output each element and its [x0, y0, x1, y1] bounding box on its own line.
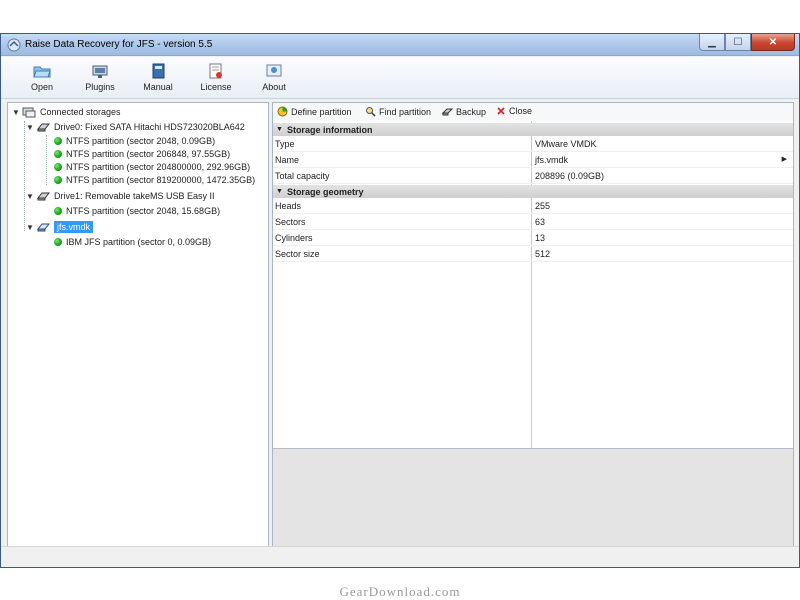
license-icon [209, 63, 222, 79]
property-row[interactable]: Sector size 512 [273, 246, 793, 262]
tree-root-label: Connected storages [40, 107, 121, 117]
partition-label: NTFS partition (sector 206848, 97.55GB) [66, 149, 231, 159]
tree-drive-0[interactable]: ▼ Drive0: Fixed SATA Hitachi HDS723020BL… [26, 120, 245, 134]
property-name: Sectors [275, 217, 306, 227]
partition-label: NTFS partition (sector 2048, 15.68GB) [66, 206, 221, 216]
partition-status-icon [54, 137, 62, 145]
partition-status-icon [54, 176, 62, 184]
property-name: Total capacity [275, 171, 330, 181]
open-folder-icon [33, 66, 51, 78]
tree-partition[interactable]: NTFS partition (sector 204800000, 292.96… [54, 160, 250, 174]
close-window-button[interactable]: ✕ [751, 34, 795, 51]
expand-collapse-icon[interactable]: ▼ [26, 123, 36, 132]
find-partition-button[interactable]: Find partition [365, 106, 431, 117]
expand-arrow-icon[interactable]: ▶ [782, 155, 787, 163]
drive-label: Drive0: Fixed SATA Hitachi HDS723020BLA6… [54, 122, 245, 132]
property-name: Sector size [275, 249, 320, 259]
property-row[interactable]: Total capacity 208896 (0.09GB) [273, 168, 793, 184]
storage-tree[interactable]: ▼ Connected storages ▼ Drive0: Fixed SAT… [7, 102, 269, 561]
backup-icon [442, 108, 453, 116]
property-row[interactable]: Cylinders 13 [273, 230, 793, 246]
tree-partition[interactable]: NTFS partition (sector 2048, 0.09GB) [54, 134, 215, 148]
drive-label-selected: jfs.vmdk [54, 221, 94, 233]
property-name: Heads [275, 201, 302, 211]
partition-status-icon [54, 163, 62, 171]
properties-pane: Define partition Find partition Backup C… [272, 102, 794, 561]
tree-connector [46, 135, 47, 185]
partition-label: NTFS partition (sector 2048, 0.09GB) [66, 136, 216, 146]
drive-label: Drive1: Removable takeMS USB Easy II [54, 191, 215, 201]
collapse-icon[interactable]: ▼ [276, 126, 283, 133]
collapse-icon[interactable]: ▼ [276, 188, 283, 195]
partition-status-icon [54, 207, 62, 215]
backup-button[interactable]: Backup [442, 106, 486, 117]
partition-label: NTFS partition (sector 819200000, 1472.3… [66, 175, 256, 185]
plugins-icon [92, 65, 108, 78]
define-partition-icon [277, 106, 288, 117]
property-grid[interactable]: ▼ Storage information Type VMware VMDK N… [273, 121, 793, 466]
tree-partition[interactable]: NTFS partition (sector 206848, 97.55GB) [54, 147, 230, 161]
property-value: 512 [535, 249, 551, 259]
define-partition-button[interactable]: Define partition [277, 106, 352, 117]
tree-drive-1[interactable]: ▼ Drive1: Removable takeMS USB Easy II [26, 189, 215, 203]
expand-collapse-icon[interactable]: ▼ [26, 223, 36, 232]
partition-status-icon [54, 150, 62, 158]
tree-drive-2[interactable]: ▼ jfs.vmdk [26, 220, 94, 234]
property-value: 208896 (0.09GB) [535, 171, 605, 181]
tree-partition[interactable]: NTFS partition (sector 819200000, 1472.3… [54, 173, 255, 187]
tree-partition[interactable]: NTFS partition (sector 2048, 15.68GB) [54, 204, 220, 218]
property-value: 13 [535, 233, 546, 243]
partition-status-icon [54, 238, 62, 246]
property-row[interactable]: Type VMware VMDK [273, 136, 793, 152]
manual-book-icon [152, 63, 165, 79]
tree-connector [24, 121, 25, 231]
property-value: VMware VMDK [535, 139, 597, 149]
main-toolbar: Open Plugins Manual License About [1, 57, 799, 99]
virtual-disk-icon [36, 223, 50, 232]
title-bar[interactable]: Raise Data Recovery for JFS - version 5.… [1, 34, 799, 56]
status-bar [1, 546, 799, 567]
property-value: 63 [535, 217, 546, 227]
description-panel [273, 448, 793, 560]
open-button[interactable]: Open [19, 63, 65, 97]
tree-partition[interactable]: IBM JFS partition (sector 0, 0.09GB) [54, 235, 211, 249]
close-storage-button[interactable]: Close [496, 106, 532, 116]
partition-label: NTFS partition (sector 204800000, 292.96… [66, 162, 251, 172]
property-name: Name [275, 155, 300, 165]
watermark: GearDownload.com [339, 584, 461, 599]
category-storage-geometry[interactable]: ▼ Storage geometry [273, 185, 793, 198]
window-controls: ▁ ☐ ✕ [699, 34, 795, 52]
about-button[interactable]: About [251, 63, 297, 97]
property-row[interactable]: Name jfs.vmdk ▶ [273, 152, 793, 168]
property-name: Cylinders [275, 233, 313, 243]
about-icon [266, 64, 282, 77]
app-window: Raise Data Recovery for JFS - version 5.… [0, 33, 800, 568]
tree-root[interactable]: ▼ Connected storages [12, 105, 121, 119]
window-title: Raise Data Recovery for JFS - version 5.… [25, 39, 213, 50]
minimize-button[interactable]: ▁ [699, 34, 725, 51]
property-row[interactable]: Heads 255 [273, 198, 793, 214]
property-value: 255 [535, 201, 551, 211]
app-icon [7, 38, 21, 52]
manual-button[interactable]: Manual [135, 63, 181, 97]
partition-label: IBM JFS partition (sector 0, 0.09GB) [66, 237, 212, 247]
hard-drive-icon [36, 123, 50, 132]
hard-drive-icon [36, 192, 50, 201]
property-row[interactable]: Sectors 63 [273, 214, 793, 230]
expand-collapse-icon[interactable]: ▼ [12, 108, 22, 117]
connected-storages-icon [22, 107, 36, 118]
license-button[interactable]: License [193, 63, 239, 97]
property-name: Type [275, 139, 295, 149]
find-partition-icon [366, 107, 376, 117]
property-value: jfs.vmdk [535, 155, 569, 165]
plugins-button[interactable]: Plugins [77, 63, 123, 97]
partition-toolbar: Define partition Find partition Backup C… [273, 103, 793, 121]
expand-collapse-icon[interactable]: ▼ [26, 192, 36, 201]
category-storage-information[interactable]: ▼ Storage information [273, 123, 793, 136]
close-icon [497, 107, 505, 115]
maximize-button[interactable]: ☐ [725, 34, 751, 51]
